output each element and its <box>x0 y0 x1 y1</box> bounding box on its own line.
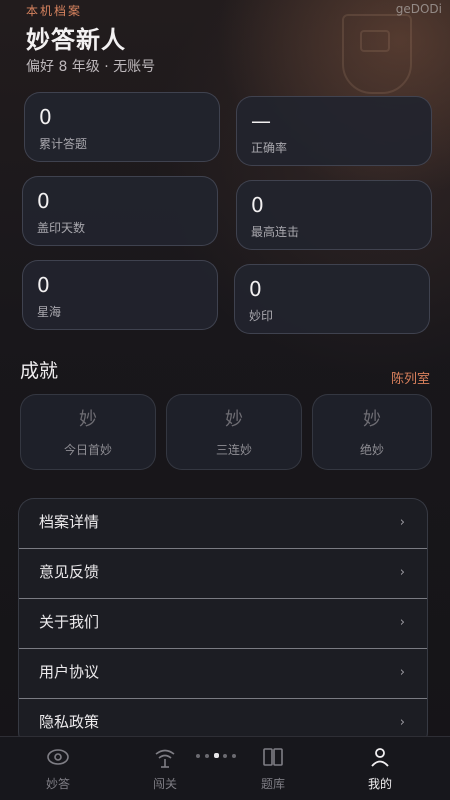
stat-value: — <box>251 109 271 133</box>
stat-value: 0 <box>251 193 264 217</box>
stat-label: 最高连击 <box>251 225 300 239</box>
achievements-title: 成就 <box>20 360 59 382</box>
stat-card-miao-seal: 0 妙印 <box>234 264 430 334</box>
stat-label: 累计答题 <box>39 137 88 151</box>
achievement-badge: 妙 <box>79 409 97 430</box>
page-indicator <box>196 752 244 760</box>
stat-value: 0 <box>39 105 52 129</box>
signal-icon <box>155 749 175 768</box>
showroom-link[interactable]: 陈列室 <box>391 368 430 387</box>
stat-value: 0 <box>37 189 50 213</box>
decorative-illustration <box>342 14 412 94</box>
chevron-right-icon: › <box>399 515 405 530</box>
menu-item-label: 隐私政策 <box>39 713 100 731</box>
book-icon <box>263 748 283 766</box>
header-subtitle: 偏好 8 年级 · 无账号 <box>26 59 156 75</box>
page-dot <box>196 754 200 758</box>
menu-item-about-us[interactable]: 关于我们 › <box>19 599 427 649</box>
stat-card-accuracy: — 正确率 <box>236 96 432 166</box>
stat-value: 0 <box>249 277 262 301</box>
achievement-badge: 妙 <box>363 409 381 430</box>
watermark: geDODi <box>395 2 442 16</box>
menu-item-feedback[interactable]: 意见反馈 › <box>19 549 427 599</box>
stat-label: 妙印 <box>249 309 274 323</box>
tab-label: 妙答 <box>45 777 70 791</box>
tab-label: 我的 <box>367 777 392 791</box>
stat-value: 0 <box>37 273 50 297</box>
tab-label: 题库 <box>260 777 285 791</box>
menu-item-label: 意见反馈 <box>39 563 100 581</box>
menu-item-label: 档案详情 <box>39 513 100 531</box>
chevron-right-icon: › <box>399 615 405 630</box>
stat-card-total-answers: 0 累计答题 <box>24 92 220 162</box>
page-dot <box>223 754 227 758</box>
stat-label: 星海 <box>37 305 62 319</box>
tab-label: 闯关 <box>152 777 177 791</box>
achievement-badge: 妙 <box>225 409 243 430</box>
menu-item-label: 用户协议 <box>39 663 100 681</box>
page-dot <box>232 754 236 758</box>
bottom-tab-bar: 妙答 闯关 题库 我的 <box>0 736 450 800</box>
settings-menu: 档案详情 › 意见反馈 › 关于我们 › 用户协议 › 隐私政策 › <box>18 498 428 748</box>
header-kicker: 本机档案 <box>26 4 83 18</box>
achievement-name: 今日首妙 <box>63 443 112 457</box>
achievement-card-triple[interactable]: 妙 三连妙 <box>166 394 302 470</box>
chevron-right-icon: › <box>399 715 405 730</box>
achievement-name: 三连妙 <box>215 443 252 457</box>
chevron-right-icon: › <box>399 565 405 580</box>
stat-card-max-combo: 0 最高连击 <box>236 180 432 250</box>
menu-item-label: 关于我们 <box>39 613 100 631</box>
achievement-card-first-today[interactable]: 妙 今日首妙 <box>20 394 156 470</box>
achievement-card-brilliant[interactable]: 妙 绝妙 <box>312 394 432 470</box>
page-dot-active <box>214 753 219 758</box>
page-title: 妙答新人 <box>26 26 126 54</box>
decorative-illustration-detail <box>360 30 390 52</box>
tab-levels[interactable]: 闯关 <box>115 737 215 800</box>
menu-item-profile-details[interactable]: 档案详情 › <box>19 499 427 549</box>
user-icon <box>371 748 389 767</box>
stat-card-star-sea: 0 星海 <box>22 260 218 330</box>
stat-label: 正确率 <box>251 141 288 155</box>
chevron-right-icon: › <box>399 665 405 680</box>
achievement-name: 绝妙 <box>359 443 384 457</box>
stat-card-stamp-days: 0 盖印天数 <box>22 176 218 246</box>
stat-label: 盖印天数 <box>37 221 86 235</box>
page-dot <box>205 754 209 758</box>
tab-question-bank[interactable]: 题库 <box>223 737 323 800</box>
menu-item-user-agreement[interactable]: 用户协议 › <box>19 649 427 699</box>
tab-mine[interactable]: 我的 <box>330 737 430 800</box>
eye-icon <box>47 749 69 765</box>
tab-miaoda[interactable]: 妙答 <box>8 737 108 800</box>
